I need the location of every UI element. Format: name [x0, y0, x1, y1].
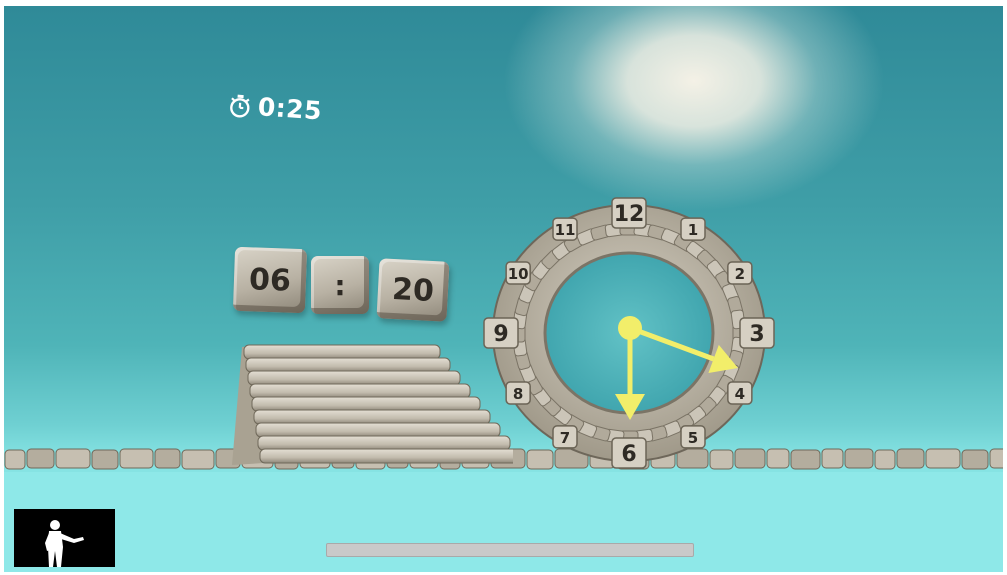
- clock-numeral-4: 4: [735, 385, 745, 403]
- player-silhouette-icon: [45, 520, 84, 567]
- stair-slab: [255, 422, 501, 438]
- minutes-value: 20: [391, 271, 435, 309]
- wall-stone: [925, 448, 961, 469]
- wall-stone: [181, 449, 215, 470]
- clock-numeral-1: 1: [688, 221, 698, 239]
- stair-slab: [247, 370, 461, 386]
- stair-slab: [251, 396, 481, 412]
- progress-bar: [326, 543, 694, 557]
- stair-slab: [259, 448, 513, 464]
- wall-stone: [874, 449, 896, 470]
- minutes-block[interactable]: 20: [376, 258, 450, 322]
- stone-clock: 121234567891011: [483, 197, 775, 469]
- wall-stone: [844, 448, 874, 469]
- clock-numeral-12: 12: [614, 202, 645, 227]
- clock-hand-pivot: [618, 316, 642, 340]
- stair-slab: [249, 383, 471, 399]
- stair-slab: [245, 357, 451, 373]
- floor: [4, 472, 1003, 572]
- clock-numeral-11: 11: [555, 221, 576, 239]
- stone-stairs: [232, 344, 513, 465]
- clock-numeral-3: 3: [749, 322, 764, 347]
- clock-numeral-5: 5: [688, 429, 698, 447]
- clock-numeral-9: 9: [493, 322, 508, 347]
- clock-numeral-2: 2: [735, 265, 745, 283]
- stopwatch-icon: [230, 94, 250, 118]
- hours-block[interactable]: 06: [232, 246, 308, 314]
- wall-stone: [119, 448, 154, 469]
- colon-separator: :: [334, 268, 346, 302]
- clock-numeral-10: 10: [508, 265, 529, 283]
- wall-stone: [154, 448, 181, 469]
- camera-preview: [14, 509, 115, 567]
- wall-stone: [989, 448, 1003, 469]
- clock-numeral-6: 6: [621, 442, 636, 467]
- timer: 0:25: [227, 90, 323, 126]
- wall-stone: [896, 448, 925, 469]
- stair-slab: [257, 435, 511, 451]
- stair-slab: [253, 409, 491, 425]
- clock-numeral-8: 8: [513, 385, 523, 403]
- wall-stone: [961, 449, 989, 470]
- colon-block: :: [311, 256, 369, 314]
- timer-text: 0:25: [256, 92, 323, 126]
- game-scene: 0:25 06 : 20 12 1 2 3 4 5 6 7 8 9 10 11: [4, 6, 1003, 572]
- wall-stone: [55, 448, 91, 469]
- wall-stone: [91, 449, 119, 470]
- clock-numeral-7: 7: [560, 429, 570, 447]
- wall-stone: [26, 448, 55, 469]
- hours-value: 06: [248, 261, 292, 299]
- wall-stone: [790, 449, 821, 470]
- wall-stone: [821, 448, 844, 469]
- wall-stone: [4, 449, 26, 470]
- stair-slab: [243, 344, 441, 360]
